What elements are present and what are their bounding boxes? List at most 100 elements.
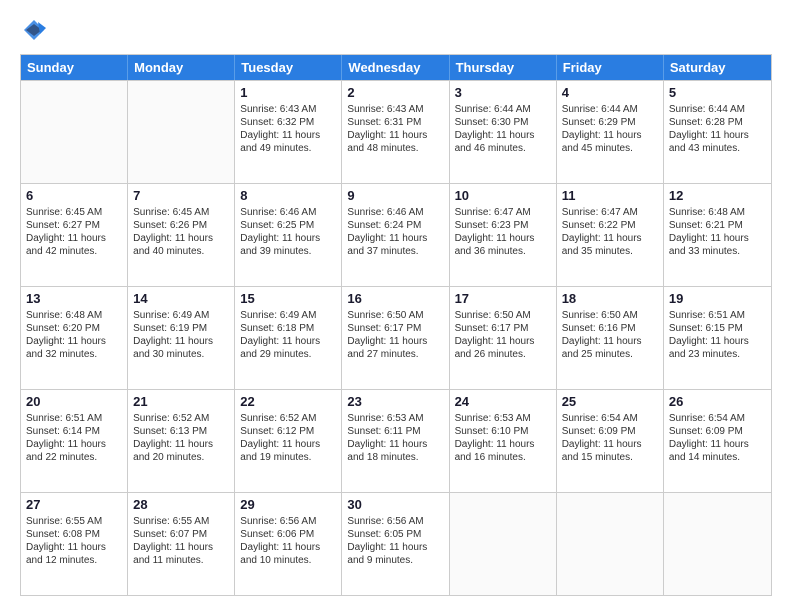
cal-row-1: 6Sunrise: 6:45 AM Sunset: 6:27 PM Daylig… — [21, 183, 771, 286]
cell-info: Sunrise: 6:50 AM Sunset: 6:17 PM Dayligh… — [347, 309, 443, 361]
cal-cell-16: 16Sunrise: 6:50 AM Sunset: 6:17 PM Dayli… — [342, 287, 449, 389]
cell-info: Sunrise: 6:43 AM Sunset: 6:32 PM Dayligh… — [240, 103, 336, 155]
cal-cell-21: 21Sunrise: 6:52 AM Sunset: 6:13 PM Dayli… — [128, 390, 235, 492]
header-day-wednesday: Wednesday — [342, 55, 449, 80]
cal-cell-13: 13Sunrise: 6:48 AM Sunset: 6:20 PM Dayli… — [21, 287, 128, 389]
cell-info: Sunrise: 6:46 AM Sunset: 6:25 PM Dayligh… — [240, 206, 336, 258]
cal-cell-22: 22Sunrise: 6:52 AM Sunset: 6:12 PM Dayli… — [235, 390, 342, 492]
cal-cell-7: 7Sunrise: 6:45 AM Sunset: 6:26 PM Daylig… — [128, 184, 235, 286]
day-number: 23 — [347, 393, 443, 411]
cal-row-3: 20Sunrise: 6:51 AM Sunset: 6:14 PM Dayli… — [21, 389, 771, 492]
day-number: 14 — [133, 290, 229, 308]
cal-cell-5: 5Sunrise: 6:44 AM Sunset: 6:28 PM Daylig… — [664, 81, 771, 183]
cal-cell-empty-4-4 — [450, 493, 557, 595]
cell-info: Sunrise: 6:56 AM Sunset: 6:05 PM Dayligh… — [347, 515, 443, 567]
calendar: SundayMondayTuesdayWednesdayThursdayFrid… — [20, 54, 772, 596]
day-number: 18 — [562, 290, 658, 308]
calendar-header: SundayMondayTuesdayWednesdayThursdayFrid… — [21, 55, 771, 80]
cell-info: Sunrise: 6:44 AM Sunset: 6:29 PM Dayligh… — [562, 103, 658, 155]
header-day-thursday: Thursday — [450, 55, 557, 80]
cal-cell-3: 3Sunrise: 6:44 AM Sunset: 6:30 PM Daylig… — [450, 81, 557, 183]
cal-cell-10: 10Sunrise: 6:47 AM Sunset: 6:23 PM Dayli… — [450, 184, 557, 286]
day-number: 22 — [240, 393, 336, 411]
header — [20, 16, 772, 44]
day-number: 9 — [347, 187, 443, 205]
day-number: 12 — [669, 187, 766, 205]
day-number: 8 — [240, 187, 336, 205]
header-day-monday: Monday — [128, 55, 235, 80]
cal-cell-17: 17Sunrise: 6:50 AM Sunset: 6:17 PM Dayli… — [450, 287, 557, 389]
cal-cell-8: 8Sunrise: 6:46 AM Sunset: 6:25 PM Daylig… — [235, 184, 342, 286]
cal-cell-9: 9Sunrise: 6:46 AM Sunset: 6:24 PM Daylig… — [342, 184, 449, 286]
day-number: 28 — [133, 496, 229, 514]
cell-info: Sunrise: 6:47 AM Sunset: 6:22 PM Dayligh… — [562, 206, 658, 258]
cal-row-2: 13Sunrise: 6:48 AM Sunset: 6:20 PM Dayli… — [21, 286, 771, 389]
cal-cell-empty-4-6 — [664, 493, 771, 595]
cal-cell-6: 6Sunrise: 6:45 AM Sunset: 6:27 PM Daylig… — [21, 184, 128, 286]
day-number: 10 — [455, 187, 551, 205]
cell-info: Sunrise: 6:56 AM Sunset: 6:06 PM Dayligh… — [240, 515, 336, 567]
day-number: 2 — [347, 84, 443, 102]
day-number: 3 — [455, 84, 551, 102]
cal-cell-empty-0-0 — [21, 81, 128, 183]
cell-info: Sunrise: 6:50 AM Sunset: 6:16 PM Dayligh… — [562, 309, 658, 361]
cal-row-0: 1Sunrise: 6:43 AM Sunset: 6:32 PM Daylig… — [21, 80, 771, 183]
day-number: 27 — [26, 496, 122, 514]
cell-info: Sunrise: 6:43 AM Sunset: 6:31 PM Dayligh… — [347, 103, 443, 155]
cell-info: Sunrise: 6:52 AM Sunset: 6:13 PM Dayligh… — [133, 412, 229, 464]
day-number: 17 — [455, 290, 551, 308]
day-number: 30 — [347, 496, 443, 514]
cell-info: Sunrise: 6:51 AM Sunset: 6:15 PM Dayligh… — [669, 309, 766, 361]
cal-cell-1: 1Sunrise: 6:43 AM Sunset: 6:32 PM Daylig… — [235, 81, 342, 183]
cell-info: Sunrise: 6:53 AM Sunset: 6:11 PM Dayligh… — [347, 412, 443, 464]
cal-cell-4: 4Sunrise: 6:44 AM Sunset: 6:29 PM Daylig… — [557, 81, 664, 183]
day-number: 24 — [455, 393, 551, 411]
cell-info: Sunrise: 6:55 AM Sunset: 6:07 PM Dayligh… — [133, 515, 229, 567]
cal-cell-24: 24Sunrise: 6:53 AM Sunset: 6:10 PM Dayli… — [450, 390, 557, 492]
cell-info: Sunrise: 6:51 AM Sunset: 6:14 PM Dayligh… — [26, 412, 122, 464]
cell-info: Sunrise: 6:49 AM Sunset: 6:19 PM Dayligh… — [133, 309, 229, 361]
page: SundayMondayTuesdayWednesdayThursdayFrid… — [0, 0, 792, 612]
day-number: 29 — [240, 496, 336, 514]
cal-cell-30: 30Sunrise: 6:56 AM Sunset: 6:05 PM Dayli… — [342, 493, 449, 595]
cell-info: Sunrise: 6:49 AM Sunset: 6:18 PM Dayligh… — [240, 309, 336, 361]
cell-info: Sunrise: 6:54 AM Sunset: 6:09 PM Dayligh… — [669, 412, 766, 464]
cell-info: Sunrise: 6:46 AM Sunset: 6:24 PM Dayligh… — [347, 206, 443, 258]
header-day-tuesday: Tuesday — [235, 55, 342, 80]
cell-info: Sunrise: 6:52 AM Sunset: 6:12 PM Dayligh… — [240, 412, 336, 464]
cal-cell-14: 14Sunrise: 6:49 AM Sunset: 6:19 PM Dayli… — [128, 287, 235, 389]
cell-info: Sunrise: 6:48 AM Sunset: 6:21 PM Dayligh… — [669, 206, 766, 258]
cal-cell-2: 2Sunrise: 6:43 AM Sunset: 6:31 PM Daylig… — [342, 81, 449, 183]
day-number: 21 — [133, 393, 229, 411]
cell-info: Sunrise: 6:55 AM Sunset: 6:08 PM Dayligh… — [26, 515, 122, 567]
cell-info: Sunrise: 6:44 AM Sunset: 6:30 PM Dayligh… — [455, 103, 551, 155]
cell-info: Sunrise: 6:44 AM Sunset: 6:28 PM Dayligh… — [669, 103, 766, 155]
cal-cell-29: 29Sunrise: 6:56 AM Sunset: 6:06 PM Dayli… — [235, 493, 342, 595]
cell-info: Sunrise: 6:50 AM Sunset: 6:17 PM Dayligh… — [455, 309, 551, 361]
cell-info: Sunrise: 6:45 AM Sunset: 6:26 PM Dayligh… — [133, 206, 229, 258]
cal-cell-12: 12Sunrise: 6:48 AM Sunset: 6:21 PM Dayli… — [664, 184, 771, 286]
cal-cell-20: 20Sunrise: 6:51 AM Sunset: 6:14 PM Dayli… — [21, 390, 128, 492]
day-number: 11 — [562, 187, 658, 205]
header-day-friday: Friday — [557, 55, 664, 80]
day-number: 20 — [26, 393, 122, 411]
cal-cell-11: 11Sunrise: 6:47 AM Sunset: 6:22 PM Dayli… — [557, 184, 664, 286]
cal-cell-26: 26Sunrise: 6:54 AM Sunset: 6:09 PM Dayli… — [664, 390, 771, 492]
cell-info: Sunrise: 6:48 AM Sunset: 6:20 PM Dayligh… — [26, 309, 122, 361]
cal-cell-28: 28Sunrise: 6:55 AM Sunset: 6:07 PM Dayli… — [128, 493, 235, 595]
day-number: 19 — [669, 290, 766, 308]
cal-cell-27: 27Sunrise: 6:55 AM Sunset: 6:08 PM Dayli… — [21, 493, 128, 595]
header-day-saturday: Saturday — [664, 55, 771, 80]
day-number: 1 — [240, 84, 336, 102]
day-number: 26 — [669, 393, 766, 411]
day-number: 25 — [562, 393, 658, 411]
day-number: 7 — [133, 187, 229, 205]
cell-info: Sunrise: 6:45 AM Sunset: 6:27 PM Dayligh… — [26, 206, 122, 258]
logo — [20, 16, 52, 44]
day-number: 16 — [347, 290, 443, 308]
cal-cell-19: 19Sunrise: 6:51 AM Sunset: 6:15 PM Dayli… — [664, 287, 771, 389]
cal-cell-25: 25Sunrise: 6:54 AM Sunset: 6:09 PM Dayli… — [557, 390, 664, 492]
day-number: 4 — [562, 84, 658, 102]
cell-info: Sunrise: 6:53 AM Sunset: 6:10 PM Dayligh… — [455, 412, 551, 464]
cal-cell-empty-4-5 — [557, 493, 664, 595]
